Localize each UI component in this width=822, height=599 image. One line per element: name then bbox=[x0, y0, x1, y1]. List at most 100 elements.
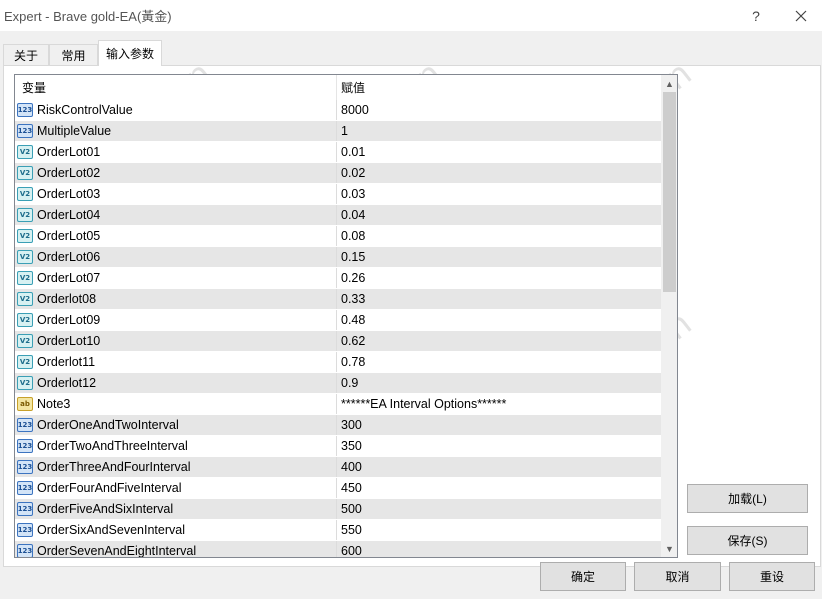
close-button[interactable] bbox=[778, 0, 822, 32]
column-header-variable[interactable]: 变量 bbox=[15, 75, 337, 100]
value-cell[interactable]: 0.08 bbox=[337, 226, 661, 246]
variable-cell: 123 RiskControlValue bbox=[15, 100, 337, 120]
table-row[interactable]: 123 OrderSevenAndEightInterval 600 bbox=[15, 541, 661, 557]
value-cell[interactable]: 8000 bbox=[337, 100, 661, 120]
value-cell[interactable]: 300 bbox=[337, 415, 661, 435]
value-cell[interactable]: 500 bbox=[337, 499, 661, 519]
variable-cell: V2 OrderLot06 bbox=[15, 247, 337, 267]
double-type-icon: V2 bbox=[17, 145, 33, 159]
table-row[interactable]: V2 OrderLot02 0.02 bbox=[15, 163, 661, 184]
table-row[interactable]: V2 OrderLot09 0.48 bbox=[15, 310, 661, 331]
value-cell[interactable]: 0.33 bbox=[337, 289, 661, 309]
scroll-up-icon[interactable]: ▲ bbox=[661, 75, 677, 92]
table-row[interactable]: V2 OrderLot06 0.15 bbox=[15, 247, 661, 268]
variable-name: OrderLot03 bbox=[37, 187, 101, 201]
table-row[interactable]: 123 OrderTwoAndThreeInterval 350 bbox=[15, 436, 661, 457]
variable-name: Orderlot11 bbox=[37, 355, 96, 369]
variable-value: 500 bbox=[341, 502, 362, 516]
variable-cell: V2 Orderlot08 bbox=[15, 289, 337, 309]
string-type-icon: ab bbox=[17, 397, 33, 411]
value-cell[interactable]: 400 bbox=[337, 457, 661, 477]
vertical-scrollbar[interactable]: ▲ ▼ bbox=[661, 75, 677, 557]
scroll-down-icon[interactable]: ▼ bbox=[661, 540, 677, 557]
tab-common[interactable]: 常用 bbox=[49, 44, 98, 66]
table-row[interactable]: 123 RiskControlValue 8000 bbox=[15, 100, 661, 121]
table-row[interactable]: V2 OrderLot07 0.26 bbox=[15, 268, 661, 289]
value-cell[interactable]: 0.01 bbox=[337, 142, 661, 162]
value-cell[interactable]: 0.26 bbox=[337, 268, 661, 288]
table-row[interactable]: V2 Orderlot08 0.33 bbox=[15, 289, 661, 310]
variable-value: 0.01 bbox=[341, 145, 366, 159]
value-cell[interactable]: 450 bbox=[337, 478, 661, 498]
variable-name: Note3 bbox=[37, 397, 71, 411]
variable-cell: 123 OrderTwoAndThreeInterval bbox=[15, 436, 337, 456]
variable-value: 0.03 bbox=[341, 187, 366, 201]
variable-name: Orderlot08 bbox=[37, 292, 97, 306]
cancel-button[interactable]: 取消 bbox=[634, 562, 721, 591]
integer-type-icon: 123 bbox=[17, 418, 33, 432]
grid-rows: 123 RiskControlValue 8000 123 MultipleValue 1… bbox=[15, 100, 661, 557]
table-row[interactable]: V2 OrderLot04 0.04 bbox=[15, 205, 661, 226]
tab-strip: 关于 常用 输入参数 bbox=[0, 40, 822, 66]
double-type-icon: V2 bbox=[17, 355, 33, 369]
variable-name: MultipleValue bbox=[37, 124, 112, 138]
variable-cell: 123 MultipleValue bbox=[15, 121, 337, 141]
value-cell[interactable]: 0.62 bbox=[337, 331, 661, 351]
table-row[interactable]: V2 OrderLot03 0.03 bbox=[15, 184, 661, 205]
column-header-value[interactable]: 赋值 bbox=[337, 75, 661, 100]
value-cell[interactable]: 0.15 bbox=[337, 247, 661, 267]
table-row[interactable]: ab Note3 ******EA Interval Options****** bbox=[15, 394, 661, 415]
value-cell[interactable]: 0.02 bbox=[337, 163, 661, 183]
variable-name: OrderLot01 bbox=[37, 145, 101, 159]
table-row[interactable]: V2 OrderLot10 0.62 bbox=[15, 331, 661, 352]
variable-value: 0.08 bbox=[341, 229, 366, 243]
variable-cell: V2 OrderLot04 bbox=[15, 205, 337, 225]
tab-inputs[interactable]: 输入参数 bbox=[98, 40, 162, 66]
help-button[interactable]: ? bbox=[733, 0, 779, 32]
value-cell[interactable]: 1 bbox=[337, 121, 661, 141]
integer-type-icon: 123 bbox=[17, 439, 33, 453]
value-cell[interactable]: ******EA Interval Options****** bbox=[337, 394, 661, 414]
value-cell[interactable]: 550 bbox=[337, 520, 661, 540]
ok-button[interactable]: 确定 bbox=[540, 562, 626, 591]
double-type-icon: V2 bbox=[17, 376, 33, 390]
reset-button[interactable]: 重设 bbox=[729, 562, 815, 591]
value-cell[interactable]: 600 bbox=[337, 541, 661, 557]
variable-name: OrderSixAndSevenInterval bbox=[37, 523, 185, 537]
double-type-icon: V2 bbox=[17, 187, 33, 201]
help-icon: ? bbox=[752, 8, 760, 24]
value-cell[interactable]: 0.78 bbox=[337, 352, 661, 372]
variable-value: 0.02 bbox=[341, 166, 366, 180]
variable-value: 0.78 bbox=[341, 355, 366, 369]
variable-cell: 123 OrderSevenAndEightInterval bbox=[15, 541, 337, 557]
table-row[interactable]: 123 OrderThreeAndFourInterval 400 bbox=[15, 457, 661, 478]
table-row[interactable]: 123 MultipleValue 1 bbox=[15, 121, 661, 142]
value-cell[interactable]: 0.04 bbox=[337, 205, 661, 225]
variable-cell: V2 OrderLot02 bbox=[15, 163, 337, 183]
table-row[interactable]: V2 Orderlot11 0.78 bbox=[15, 352, 661, 373]
variable-value: 0.04 bbox=[341, 208, 366, 222]
variable-name: OrderFiveAndSixInterval bbox=[37, 502, 174, 516]
variable-name: OrderLot04 bbox=[37, 208, 101, 222]
table-row[interactable]: V2 OrderLot01 0.01 bbox=[15, 142, 661, 163]
scroll-thumb[interactable] bbox=[663, 92, 676, 292]
variable-name: OrderFourAndFiveInterval bbox=[37, 481, 182, 495]
table-row[interactable]: V2 OrderLot05 0.08 bbox=[15, 226, 661, 247]
table-row[interactable]: 123 OrderSixAndSevenInterval 550 bbox=[15, 520, 661, 541]
value-cell[interactable]: 0.9 bbox=[337, 373, 661, 393]
table-row[interactable]: 123 OrderFourAndFiveInterval 450 bbox=[15, 478, 661, 499]
save-button[interactable]: 保存(S) bbox=[687, 526, 808, 555]
variable-value: 0.26 bbox=[341, 271, 366, 285]
value-cell[interactable]: 350 bbox=[337, 436, 661, 456]
value-cell[interactable]: 0.03 bbox=[337, 184, 661, 204]
double-type-icon: V2 bbox=[17, 271, 33, 285]
value-cell[interactable]: 0.48 bbox=[337, 310, 661, 330]
load-button[interactable]: 加载(L) bbox=[687, 484, 808, 513]
table-row[interactable]: 123 OrderFiveAndSixInterval 500 bbox=[15, 499, 661, 520]
table-row[interactable]: V2 Orderlot12 0.9 bbox=[15, 373, 661, 394]
variable-name: OrderOneAndTwoInterval bbox=[37, 418, 179, 432]
tab-about[interactable]: 关于 bbox=[3, 44, 49, 66]
table-row[interactable]: 123 OrderOneAndTwoInterval 300 bbox=[15, 415, 661, 436]
variable-value: ******EA Interval Options****** bbox=[341, 397, 507, 411]
variable-cell: V2 OrderLot07 bbox=[15, 268, 337, 288]
